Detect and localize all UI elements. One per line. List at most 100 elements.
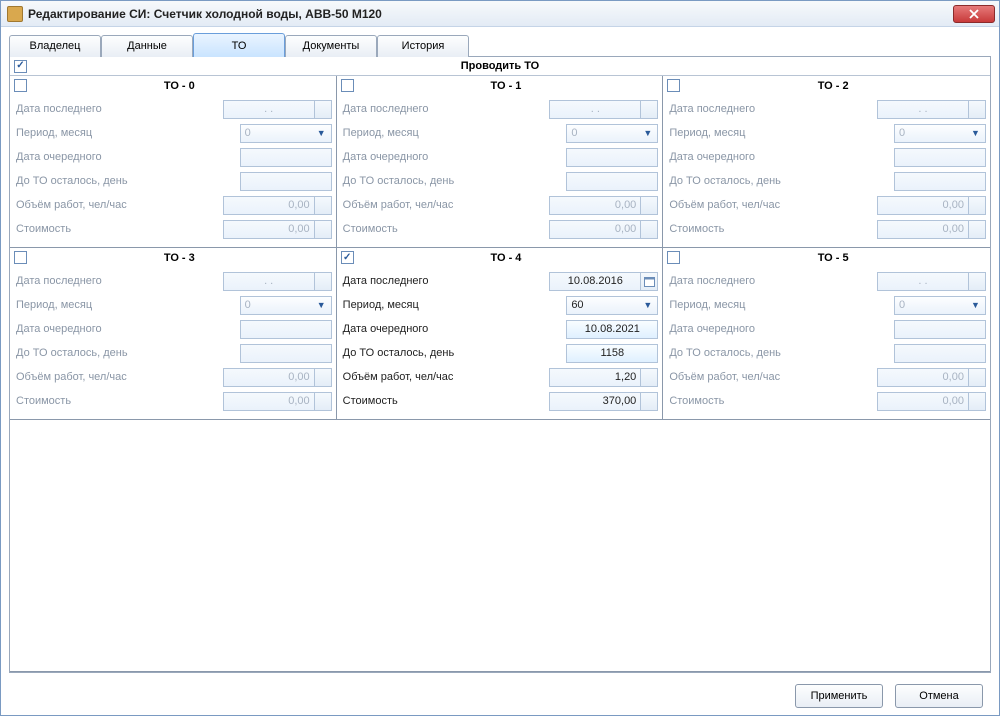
block-checkbox[interactable] [14, 251, 27, 264]
tab-history[interactable]: История [377, 35, 469, 57]
last-date-field[interactable]: . . [223, 272, 315, 291]
label-next-date: Дата очередного [343, 323, 567, 335]
tabstrip: Владелец Данные ТО Документы История [9, 35, 991, 57]
last-date-field[interactable]: . . [877, 272, 969, 291]
tab-docs[interactable]: Документы [285, 35, 377, 57]
dropdown-icon: ▼ [968, 300, 983, 310]
volume-field[interactable]: 1,20 [549, 368, 641, 387]
label-days-left: До ТО осталось, день [669, 175, 894, 187]
volume-button[interactable] [969, 196, 986, 215]
date-picker-button[interactable] [969, 100, 986, 119]
label-volume: Объём работ, чел/час [669, 371, 877, 383]
cost-field[interactable]: 0,00 [877, 392, 969, 411]
label-next-date: Дата очередного [16, 323, 240, 335]
dropdown-icon: ▼ [640, 128, 655, 138]
block-0: ТО - 0Дата последнего . . Период, месяц0… [10, 76, 337, 248]
date-picker-button[interactable] [641, 272, 658, 291]
tab-owner[interactable]: Владелец [9, 35, 101, 57]
label-days-left: До ТО осталось, день [16, 175, 240, 187]
period-select[interactable]: 0▼ [240, 124, 332, 143]
dropdown-icon: ▼ [314, 300, 329, 310]
volume-field[interactable]: 0,00 [877, 196, 969, 215]
block-title: ТО - 2 [680, 80, 986, 92]
label-volume: Объём работ, чел/час [343, 199, 550, 211]
enable-row: ✓ Проводить ТО [10, 57, 990, 76]
label-last-date: Дата последнего [343, 103, 550, 115]
cancel-button[interactable]: Отмена [895, 684, 983, 708]
date-picker-button[interactable] [315, 100, 332, 119]
volume-button[interactable] [641, 196, 658, 215]
volume-field[interactable]: 0,00 [549, 196, 641, 215]
block-head: ТО - 1 [337, 76, 663, 95]
volume-button[interactable] [641, 368, 658, 387]
cost-button[interactable] [315, 392, 332, 411]
volume-button[interactable] [315, 196, 332, 215]
cost-field[interactable]: 0,00 [223, 220, 315, 239]
block-head: ТО - 0 [10, 76, 336, 95]
enable-checkbox[interactable]: ✓ [14, 60, 27, 73]
blocks-grid: ТО - 0Дата последнего . . Период, месяц0… [10, 76, 990, 420]
label-next-date: Дата очередного [669, 151, 894, 163]
dropdown-icon: ▼ [640, 300, 655, 310]
block-4: ✓ТО - 4Дата последнего10.08.2016Период, … [337, 248, 664, 420]
period-select[interactable]: 0▼ [894, 296, 986, 315]
tab-to[interactable]: ТО [193, 33, 285, 57]
next-date-field [566, 148, 658, 167]
last-date-field[interactable]: . . [877, 100, 969, 119]
label-days-left: До ТО осталось, день [16, 347, 240, 359]
panel: ✓ Проводить ТО ТО - 0 Дата последнего . .… [9, 56, 991, 673]
label-days-left: До ТО осталось, день [343, 175, 567, 187]
next-date-field: 10.08.2021 [566, 320, 658, 339]
block-checkbox[interactable] [341, 79, 354, 92]
cost-field[interactable]: 370,00 [549, 392, 641, 411]
apply-button[interactable]: Применить [795, 684, 883, 708]
block-checkbox[interactable] [667, 251, 680, 264]
label-period: Период, месяц [669, 299, 894, 311]
label-period: Период, месяц [16, 299, 240, 311]
enable-label: Проводить ТО [461, 60, 540, 72]
volume-field[interactable]: 0,00 [223, 196, 315, 215]
cost-button[interactable] [641, 220, 658, 239]
window: Редактирование СИ: Счетчик холодной воды… [0, 0, 1000, 716]
block-checkbox[interactable] [667, 79, 680, 92]
window-title: Редактирование СИ: Счетчик холодной воды… [28, 7, 382, 21]
last-date-field[interactable]: 10.08.2016 [549, 272, 641, 291]
days-left-field [894, 344, 986, 363]
days-left-field [240, 344, 332, 363]
cost-button[interactable] [315, 220, 332, 239]
volume-field[interactable]: 0,00 [223, 368, 315, 387]
volume-field[interactable]: 0,00 [877, 368, 969, 387]
block-title: ТО - 5 [680, 252, 986, 264]
label-period: Период, месяц [669, 127, 894, 139]
label-last-date: Дата последнего [16, 103, 223, 115]
label-last-date: Дата последнего [669, 275, 877, 287]
date-picker-button[interactable] [641, 100, 658, 119]
cost-button[interactable] [969, 392, 986, 411]
block-checkbox[interactable] [14, 79, 27, 92]
last-date-field[interactable]: . . [223, 100, 315, 119]
cost-field[interactable]: 0,00 [549, 220, 641, 239]
period-select[interactable]: 0▼ [894, 124, 986, 143]
label-cost: Стоимость [343, 395, 550, 407]
period-select[interactable]: 60▼ [566, 296, 658, 315]
close-button[interactable] [953, 5, 995, 23]
period-select[interactable]: 0▼ [240, 296, 332, 315]
label-period: Период, месяц [343, 299, 567, 311]
cost-button[interactable] [641, 392, 658, 411]
last-date-field[interactable]: . . [549, 100, 641, 119]
cost-field[interactable]: 0,00 [877, 220, 969, 239]
period-select[interactable]: 0▼ [566, 124, 658, 143]
days-left-field [240, 172, 332, 191]
date-picker-button[interactable] [315, 272, 332, 291]
volume-button[interactable] [969, 368, 986, 387]
volume-button[interactable] [315, 368, 332, 387]
block-title: ТО - 3 [27, 252, 332, 264]
label-days-left: До ТО осталось, день [669, 347, 894, 359]
cost-field[interactable]: 0,00 [223, 392, 315, 411]
cost-button[interactable] [969, 220, 986, 239]
tab-data[interactable]: Данные [101, 35, 193, 57]
block-checkbox[interactable]: ✓ [341, 251, 354, 264]
block-title: ТО - 1 [354, 80, 659, 92]
date-picker-button[interactable] [969, 272, 986, 291]
dropdown-icon: ▼ [314, 128, 329, 138]
